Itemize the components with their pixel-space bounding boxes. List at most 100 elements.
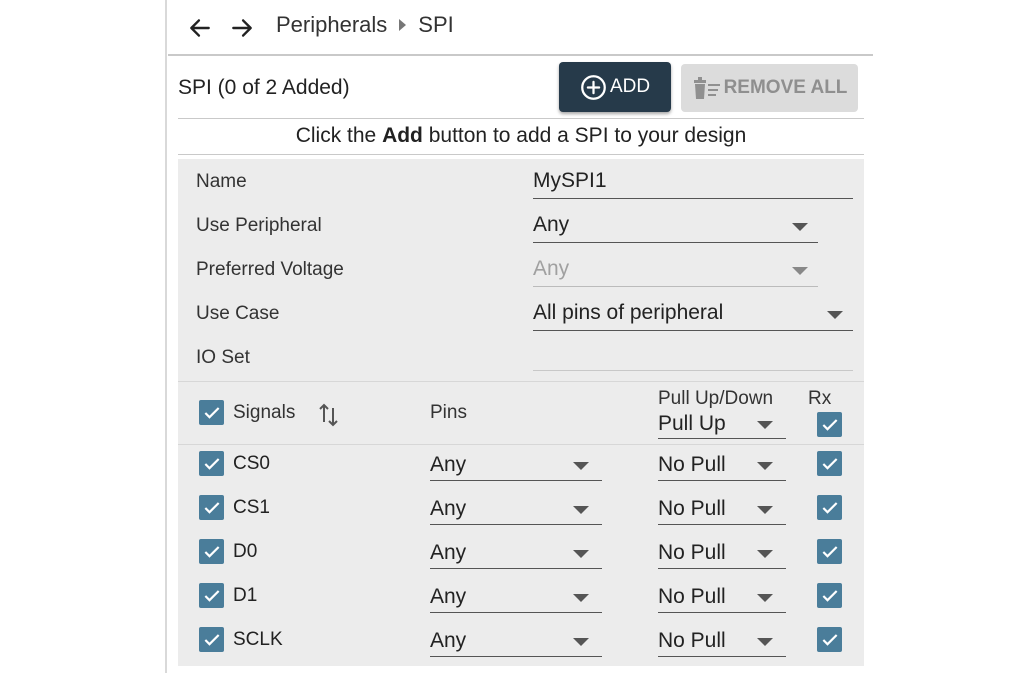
preferred-voltage-label: Preferred Voltage: [196, 259, 344, 280]
sort-arrows-icon[interactable]: [318, 402, 340, 428]
check-icon: [204, 457, 219, 470]
chevron-down-icon: [792, 223, 808, 231]
pull-value: No Pull: [658, 497, 726, 520]
remove-all-button[interactable]: REMOVE ALL: [681, 64, 858, 112]
chevron-down-icon: [573, 594, 589, 602]
signal-checkbox[interactable]: [199, 539, 224, 564]
rx-checkbox[interactable]: [817, 451, 842, 476]
add-button-label: ADD: [609, 76, 651, 97]
chevron-down-icon: [757, 594, 773, 602]
chevron-down-icon: [573, 506, 589, 514]
check-icon: [822, 457, 837, 470]
navigation-bar: Peripherals SPI: [168, 0, 873, 56]
arrow-left-icon: [190, 19, 210, 37]
check-icon: [822, 589, 837, 602]
signal-checkbox[interactable]: [199, 495, 224, 520]
pin-select[interactable]: Any: [430, 581, 602, 613]
chevron-down-icon: [757, 506, 773, 514]
arrow-right-icon: [232, 19, 252, 37]
signal-name: SCLK: [233, 629, 283, 650]
chevron-down-icon: [757, 462, 773, 470]
signal-checkbox[interactable]: [199, 451, 224, 476]
pull-select[interactable]: No Pull: [658, 493, 786, 525]
signal-name: D1: [233, 585, 258, 606]
chevron-down-icon: [573, 550, 589, 558]
io-set-label: IO Set: [196, 347, 250, 368]
chevron-down-icon: [827, 311, 843, 319]
use-case-label: Use Case: [196, 303, 280, 324]
use-case-select[interactable]: All pins of peripheral: [533, 297, 853, 331]
rx-checkbox[interactable]: [817, 495, 842, 520]
pin-value: Any: [430, 497, 467, 520]
name-field[interactable]: MySPI1: [533, 165, 853, 199]
pin-select[interactable]: Any: [430, 625, 602, 657]
check-icon: [204, 633, 219, 646]
check-icon: [204, 545, 219, 558]
pull-select[interactable]: No Pull: [658, 449, 786, 481]
breadcrumb: Peripherals SPI: [276, 12, 454, 38]
check-icon: [822, 633, 837, 646]
signal-checkbox[interactable]: [199, 627, 224, 652]
rx-checkbox[interactable]: [817, 583, 842, 608]
rx-checkbox[interactable]: [817, 627, 842, 652]
pin-select[interactable]: Any: [430, 493, 602, 525]
breadcrumb-spi: SPI: [418, 12, 454, 37]
pin-select[interactable]: Any: [430, 537, 602, 569]
signals-select-all-checkbox[interactable]: [199, 400, 224, 425]
pull-select[interactable]: No Pull: [658, 625, 786, 657]
add-hint-text: Click the Add button to add a SPI to you…: [178, 118, 864, 155]
table-row: CS0 Any No Pull: [178, 445, 864, 489]
pull-value: No Pull: [658, 585, 726, 608]
chevron-down-icon: [757, 421, 773, 429]
panel-left-border: [165, 0, 167, 673]
signal-checkbox[interactable]: [199, 583, 224, 608]
chevron-down-icon: [573, 462, 589, 470]
table-row: D1 Any No Pull: [178, 577, 864, 621]
trash-list-icon: [693, 77, 720, 99]
pin-value: Any: [430, 585, 467, 608]
table-row: SCLK Any No Pull: [178, 621, 864, 665]
use-case-value: All pins of peripheral: [533, 301, 724, 324]
pull-select[interactable]: No Pull: [658, 581, 786, 613]
pin-value: Any: [430, 541, 467, 564]
check-icon: [204, 589, 219, 602]
add-button[interactable]: ADD: [559, 62, 671, 112]
check-icon: [204, 406, 219, 419]
chevron-down-icon: [792, 267, 808, 275]
name-label: Name: [196, 171, 247, 192]
rx-checkbox[interactable]: [817, 539, 842, 564]
pin-value: Any: [430, 629, 467, 652]
plus-circle-icon: [581, 74, 606, 100]
pull-value: No Pull: [658, 453, 726, 476]
pull-select[interactable]: No Pull: [658, 537, 786, 569]
io-set-field[interactable]: [533, 337, 853, 371]
use-peripheral-select[interactable]: Any: [533, 209, 818, 243]
rx-column-label: Rx: [808, 388, 832, 409]
hint-bold: Add: [382, 124, 423, 147]
use-peripheral-label: Use Peripheral: [196, 215, 322, 236]
use-peripheral-value: Any: [533, 213, 570, 236]
table-row: CS1 Any No Pull: [178, 489, 864, 533]
breadcrumb-peripherals[interactable]: Peripherals: [276, 12, 387, 38]
back-button[interactable]: [185, 13, 215, 43]
signals-table-header: Signals Pins Pull Up/Down Pull Up Rx: [178, 381, 864, 445]
hint-suffix: button to add a SPI to your design: [422, 124, 747, 147]
remove-all-label: REMOVE ALL: [723, 77, 848, 98]
spi-config-panel: Name MySPI1 Use Peripheral Any Preferred…: [178, 159, 864, 666]
forward-button[interactable]: [227, 13, 257, 43]
rx-select-all-checkbox[interactable]: [817, 412, 842, 437]
pull-all-select[interactable]: Pull Up: [658, 409, 786, 439]
hint-prefix: Click the: [295, 124, 383, 147]
check-icon: [204, 501, 219, 514]
signal-name: D0: [233, 541, 258, 562]
chevron-down-icon: [757, 550, 773, 558]
pin-select[interactable]: Any: [430, 449, 602, 481]
pull-column-label: Pull Up/Down: [658, 388, 774, 409]
name-value: MySPI1: [533, 169, 607, 192]
table-row: D0 Any No Pull: [178, 533, 864, 577]
pull-value: No Pull: [658, 541, 726, 564]
chevron-down-icon: [757, 638, 773, 646]
page-title: SPI (0 of 2 Added): [178, 76, 350, 99]
preferred-voltage-value: Any: [533, 257, 570, 280]
preferred-voltage-select[interactable]: Any: [533, 253, 818, 287]
